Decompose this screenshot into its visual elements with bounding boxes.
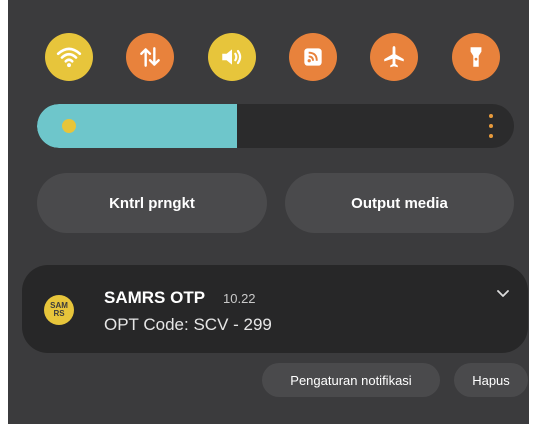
device-control-label: Kntrl prngkt bbox=[109, 194, 195, 212]
more-options-icon[interactable] bbox=[488, 114, 494, 138]
quick-settings-row bbox=[8, 33, 529, 85]
notification-body: OPT Code: SCV - 299 bbox=[104, 315, 272, 334]
wifi-icon bbox=[56, 47, 82, 68]
notification-app-name: SAMRS OTP bbox=[104, 288, 206, 307]
wifi-toggle[interactable] bbox=[45, 33, 93, 81]
cast-icon bbox=[304, 48, 322, 66]
clear-label: Hapus bbox=[472, 372, 510, 388]
mobile-data-toggle[interactable] bbox=[126, 33, 174, 81]
mobile-data-icon bbox=[140, 47, 160, 67]
notification-time: 10.22 bbox=[223, 291, 256, 306]
cast-toggle[interactable] bbox=[289, 33, 337, 81]
clear-button[interactable]: Hapus bbox=[454, 363, 528, 397]
sound-icon bbox=[222, 49, 242, 65]
flashlight-icon bbox=[470, 47, 482, 67]
airplane-mode-toggle[interactable] bbox=[370, 33, 418, 81]
sound-toggle[interactable] bbox=[208, 33, 256, 81]
notification-settings-button[interactable]: Pengaturan notifikasi bbox=[262, 363, 440, 397]
flashlight-toggle[interactable] bbox=[452, 33, 500, 81]
media-output-label: Output media bbox=[351, 194, 448, 212]
app-avatar-text: SAM RS bbox=[50, 301, 68, 318]
chevron-down-icon[interactable] bbox=[496, 289, 510, 299]
device-control-button[interactable]: Kntrl prngkt bbox=[37, 173, 267, 233]
airplane-mode-icon bbox=[384, 46, 404, 68]
notification-settings-label: Pengaturan notifikasi bbox=[290, 372, 412, 388]
app-avatar-icon: SAM RS bbox=[44, 295, 74, 325]
otp-notification-card[interactable]: SAM RS SAMRS OTP 10.22 OPT Code: SCV - 2… bbox=[22, 265, 528, 353]
media-output-button[interactable]: Output media bbox=[285, 173, 514, 233]
notification-panel: Kntrl prngkt Output media SAM RS SAMRS O… bbox=[8, 0, 529, 424]
brightness-sun-icon bbox=[62, 119, 76, 133]
brightness-slider[interactable] bbox=[37, 104, 514, 148]
